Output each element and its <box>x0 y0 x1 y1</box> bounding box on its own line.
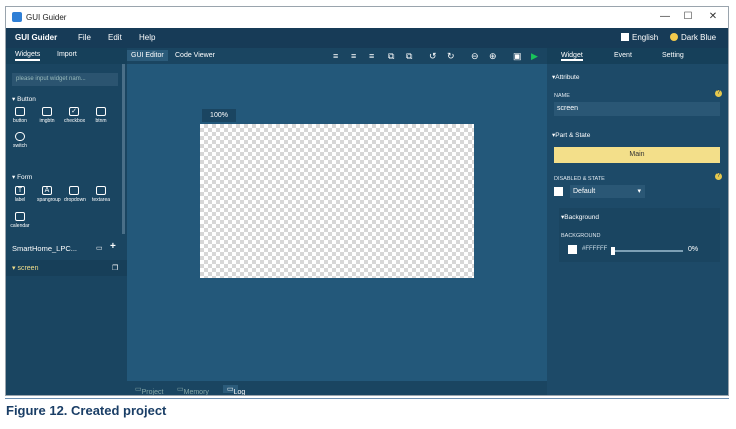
background-label: BACKGROUND <box>561 233 601 239</box>
title-bar: GUI Guider — ☐ ✕ <box>6 7 728 28</box>
theme-selector[interactable]: Dark Blue <box>681 33 716 42</box>
export-icon[interactable]: ▣ <box>513 51 522 62</box>
name-label: NAME <box>554 93 570 99</box>
maximize-button[interactable]: ☐ <box>679 10 697 24</box>
menu-file[interactable]: File <box>78 33 91 42</box>
project-name: SmartHome_LPC... <box>12 244 78 253</box>
bottom-tabs: ▭ Project ▭ Memory ▭ Log <box>127 381 547 395</box>
properties-tabs: Widget Event Setting <box>547 48 728 64</box>
name-input[interactable]: screen <box>554 102 720 116</box>
checkbox-icon: ✓ <box>69 107 79 116</box>
copy-icon[interactable]: ❐ <box>112 264 118 272</box>
form-section-header[interactable]: ▾ Form <box>12 173 32 181</box>
chevron-down-icon: ▾ <box>637 188 641 195</box>
close-button[interactable]: ✕ <box>704 10 722 24</box>
widget-search-input[interactable]: please input widget nam... <box>12 73 118 86</box>
align-left-icon[interactable]: ≡ <box>333 51 338 61</box>
spangroup-icon: A <box>42 186 52 195</box>
folder-icon[interactable]: ▭ <box>96 244 103 252</box>
widget-scrollbar[interactable] <box>122 64 125 234</box>
widget-btnm[interactable]: btnm <box>91 107 111 124</box>
language-icon <box>621 33 629 41</box>
align-right-icon[interactable]: ≡ <box>369 51 374 61</box>
widget-calendar[interactable]: calendar <box>10 212 30 229</box>
widget-spangroup[interactable]: Aspangroup <box>37 186 61 203</box>
disabled-state-label: DISABLED & STATE <box>554 176 605 182</box>
switch-icon <box>15 132 25 141</box>
color-value[interactable]: #FFFFFF <box>582 246 607 252</box>
zoom-level: 100% <box>202 109 236 122</box>
app-window: GUI Guider — ☐ ✕ GUI Guider File Edit He… <box>5 6 729 396</box>
button-icon <box>15 107 25 116</box>
part-state-header[interactable]: ▾Part & State <box>552 131 590 139</box>
bring-front-icon[interactable]: ⧉ <box>388 51 394 62</box>
left-tabs: Widgets Import <box>6 48 127 64</box>
widget-dropdown[interactable]: dropdown <box>64 186 86 203</box>
imgbtn-icon <box>42 107 52 116</box>
left-panel: Widgets Import please input widget nam..… <box>6 48 127 395</box>
help-icon-state[interactable]: ? <box>715 173 722 180</box>
widget-textarea[interactable]: textarea <box>91 186 111 203</box>
widget-imgbtn[interactable]: imgbtn <box>37 107 57 124</box>
properties-panel: Widget Event Setting ▾Attribute NAME ? s… <box>547 48 728 395</box>
tab-setting[interactable]: Setting <box>662 52 684 59</box>
calendar-icon <box>15 212 25 221</box>
app-icon <box>12 12 22 22</box>
add-icon[interactable]: + <box>110 241 116 252</box>
widget-switch[interactable]: switch <box>10 132 30 149</box>
textarea-icon <box>96 186 106 195</box>
tab-import[interactable]: Import <box>57 51 77 58</box>
send-back-icon[interactable]: ⧉ <box>406 51 412 62</box>
project-header: SmartHome_LPC... ▭ + <box>6 238 127 258</box>
main-part-button[interactable]: Main <box>554 147 720 163</box>
tab-widget[interactable]: Widget <box>561 52 583 61</box>
background-section: ▾Background BACKGROUND <box>559 208 720 262</box>
disabled-checkbox[interactable] <box>554 187 563 196</box>
widget-label[interactable]: Tlabel <box>10 186 30 203</box>
figure-caption: Figure 12. Created project <box>6 403 167 418</box>
window-title: GUI Guider <box>26 13 67 22</box>
state-dropdown[interactable]: Default ▾ <box>570 185 645 198</box>
editor-tabs: GUI Editor Code Viewer ≡ ≡ ≡ ⧉ ⧉ ↺ ↻ ⊖ ⊕… <box>127 48 547 64</box>
tab-memory[interactable]: ▭ Memory <box>177 385 209 395</box>
screen-item[interactable]: ▾ screen ❐ <box>6 260 127 276</box>
menu-help[interactable]: Help <box>139 33 155 42</box>
caption-divider <box>5 398 729 399</box>
tab-code-viewer[interactable]: Code Viewer <box>175 52 215 59</box>
run-icon[interactable]: ▶ <box>531 51 538 62</box>
widget-checkbox[interactable]: ✓ checkbox <box>64 107 85 124</box>
btnm-icon <box>96 107 106 116</box>
button-section-header[interactable]: ▾ Button <box>12 95 36 103</box>
theme-icon <box>670 33 678 41</box>
language-selector[interactable]: English <box>632 33 658 42</box>
attribute-header[interactable]: ▾Attribute <box>552 73 579 81</box>
dropdown-icon <box>69 186 79 195</box>
tab-log[interactable]: ▭ Log <box>223 385 245 395</box>
menu-bar: GUI Guider File Edit Help English Dark B… <box>6 28 728 48</box>
zoom-out-icon[interactable]: ⊖ <box>471 51 479 62</box>
opacity-slider[interactable] <box>613 250 683 252</box>
label-icon: T <box>15 186 25 195</box>
help-icon[interactable]: ? <box>715 90 722 97</box>
screen-item-label: ▾ screen <box>12 265 39 272</box>
menu-edit[interactable]: Edit <box>108 33 122 42</box>
tab-gui-editor[interactable]: GUI Editor <box>127 50 168 61</box>
tab-project[interactable]: ▭ Project <box>135 385 163 395</box>
widget-button[interactable]: button <box>10 107 30 124</box>
undo-icon[interactable]: ↺ <box>429 51 437 62</box>
tab-widgets[interactable]: Widgets <box>15 51 41 61</box>
tab-event[interactable]: Event <box>614 52 632 59</box>
editor-area: GUI Editor Code Viewer ≡ ≡ ≡ ⧉ ⧉ ↺ ↻ ⊖ ⊕… <box>127 48 547 395</box>
minimize-button[interactable]: — <box>656 10 674 24</box>
screen-canvas[interactable] <box>200 124 474 278</box>
brand-label: GUI Guider <box>15 33 58 42</box>
color-swatch[interactable] <box>568 245 577 254</box>
zoom-in-icon[interactable]: ⊕ <box>489 51 497 62</box>
align-center-icon[interactable]: ≡ <box>351 51 356 61</box>
background-header[interactable]: ▾Background <box>561 213 599 221</box>
opacity-slider-handle[interactable] <box>611 247 615 255</box>
redo-icon[interactable]: ↻ <box>447 51 455 62</box>
opacity-value: 0% <box>688 246 699 253</box>
